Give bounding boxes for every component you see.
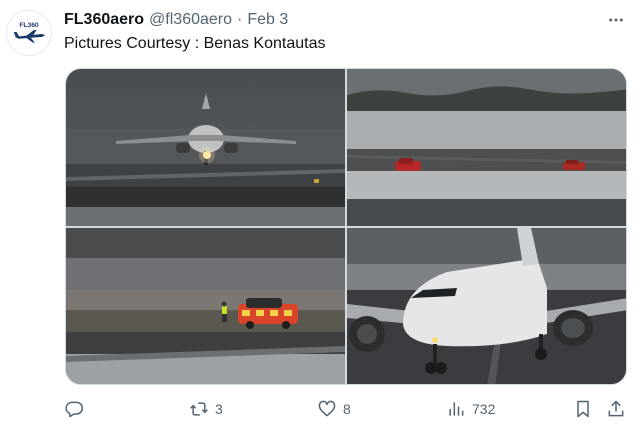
tweet[interactable]: FL360 FL360aero @fl360aero · Feb 3 Pictu… (0, 0, 640, 430)
more-button[interactable] (604, 8, 628, 32)
views-chart-icon (449, 402, 464, 416)
photo-snowy-apron-vehicles[interactable] (347, 69, 626, 226)
media-gallery (65, 68, 627, 385)
tweet-actions: 3 8 732 (62, 396, 632, 422)
photo-aircraft-approaching-runway[interactable] (66, 69, 345, 226)
share-button[interactable] (606, 396, 626, 422)
tweet-text: Pictures Courtesy : Benas Kontautas (64, 35, 326, 52)
photo-aircraft-nose-closeup[interactable] (347, 228, 626, 384)
retweet-icon (190, 402, 208, 416)
bookmark-icon (577, 400, 589, 418)
avatar-logo: FL360 (7, 11, 51, 55)
reply-button[interactable] (64, 396, 90, 422)
like-button[interactable]: 8 (317, 396, 351, 422)
heart-icon (318, 400, 336, 417)
retweet-count: 3 (215, 401, 223, 417)
more-horizontal-icon (609, 18, 623, 22)
separator-dot: · (237, 11, 243, 28)
photo-marshaller-follow-me-car[interactable] (66, 228, 345, 384)
retweet-button[interactable]: 3 (189, 396, 223, 422)
tweet-header: FL360aero @fl360aero · Feb 3 (64, 10, 288, 30)
bookmark-button[interactable] (573, 396, 593, 422)
views-button[interactable]: 732 (446, 396, 495, 422)
author-handle[interactable]: @fl360aero (149, 11, 232, 29)
author-display-name[interactable]: FL360aero (64, 11, 144, 29)
views-count: 732 (472, 401, 496, 417)
like-count: 8 (343, 401, 351, 417)
avatar[interactable]: FL360 (6, 10, 52, 56)
tweet-date[interactable]: Feb 3 (247, 11, 288, 29)
reply-icon (65, 401, 84, 418)
share-icon (608, 400, 624, 417)
svg-text:FL360: FL360 (19, 22, 39, 29)
